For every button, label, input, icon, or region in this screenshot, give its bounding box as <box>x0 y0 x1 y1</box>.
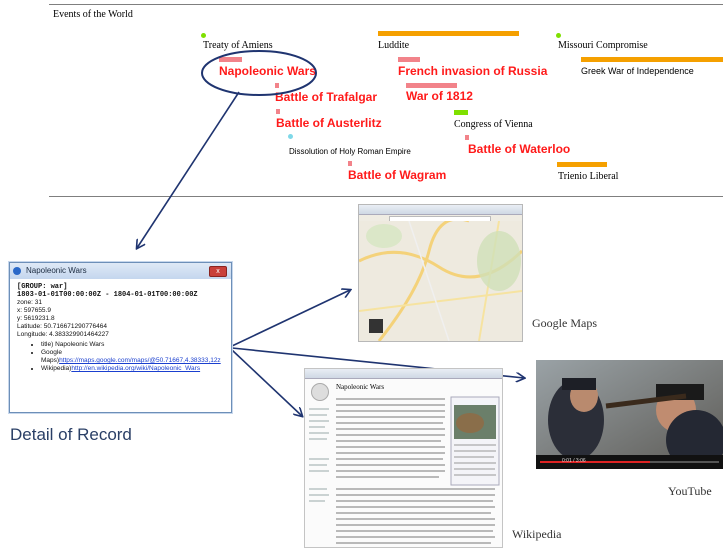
wikipedia-thumbnail[interactable]: Napoleonic Wars <box>304 368 503 548</box>
record-group: [GROUP: war] <box>17 283 68 291</box>
arrow-to-maps <box>231 290 350 347</box>
wiki-link[interactable]: http://en.wikipedia.org/wiki/Napoleonic_… <box>71 365 200 372</box>
record-field: x: 597655.9 <box>17 307 51 314</box>
google-maps-caption: Google Maps <box>532 316 597 330</box>
globe-icon <box>13 267 21 275</box>
wiki-link-item: Wikipedia)http://en.wikipedia.org/wiki/N… <box>41 365 224 373</box>
google-maps-thumbnail[interactable] <box>358 204 523 342</box>
detail-window-titlebar[interactable]: Napoleonic Wars x <box>10 263 231 279</box>
title-line: title) Napoleonic Wars <box>41 341 224 349</box>
maps-browser-chrome <box>359 205 522 215</box>
detail-caption: Detail of Record <box>10 425 132 444</box>
record-time-range: 1803-01-01T00:00:00Z - 1804-01-01T00:00:… <box>17 291 198 299</box>
youtube-thumbnail[interactable]: 0:01 / 3:06 <box>536 360 723 469</box>
detail-window-body: [GROUP: war] 1803-01-01T00:00:00Z - 1804… <box>10 279 231 377</box>
wiki-page-lines <box>309 396 500 544</box>
record-field: zone: 31 <box>17 299 42 306</box>
record-field: Latitude: 50.716671290776464 <box>17 323 108 330</box>
wiki-link-label: Wikipedia) <box>41 365 72 372</box>
video-frame-image <box>536 360 723 469</box>
youtube-caption: YouTube <box>668 484 712 498</box>
highlight-ellipse <box>201 50 317 96</box>
detail-window[interactable]: Napoleonic Wars x [GROUP: war] 1803-01-0… <box>9 262 232 413</box>
maps-link-item: Google Maps)https://maps.google.com/maps… <box>41 349 224 365</box>
arrow-to-detail <box>137 91 240 248</box>
maps-link[interactable]: https://maps.google.com/maps/@50.71667,4… <box>59 357 221 364</box>
map-image <box>359 221 522 341</box>
detail-window-title: Napoleonic Wars <box>26 266 87 275</box>
record-links: title) Napoleonic Wars Google Maps)https… <box>31 341 224 373</box>
record-field: Longitude: 4.383329901464227 <box>17 331 109 338</box>
record-field: y: 5619231.8 <box>17 315 55 322</box>
close-button[interactable]: x <box>209 266 227 277</box>
arrow-to-wikipedia <box>231 349 302 416</box>
video-time: 0:01 / 3:06 <box>562 458 586 464</box>
wikipedia-caption: Wikipedia <box>512 527 562 541</box>
